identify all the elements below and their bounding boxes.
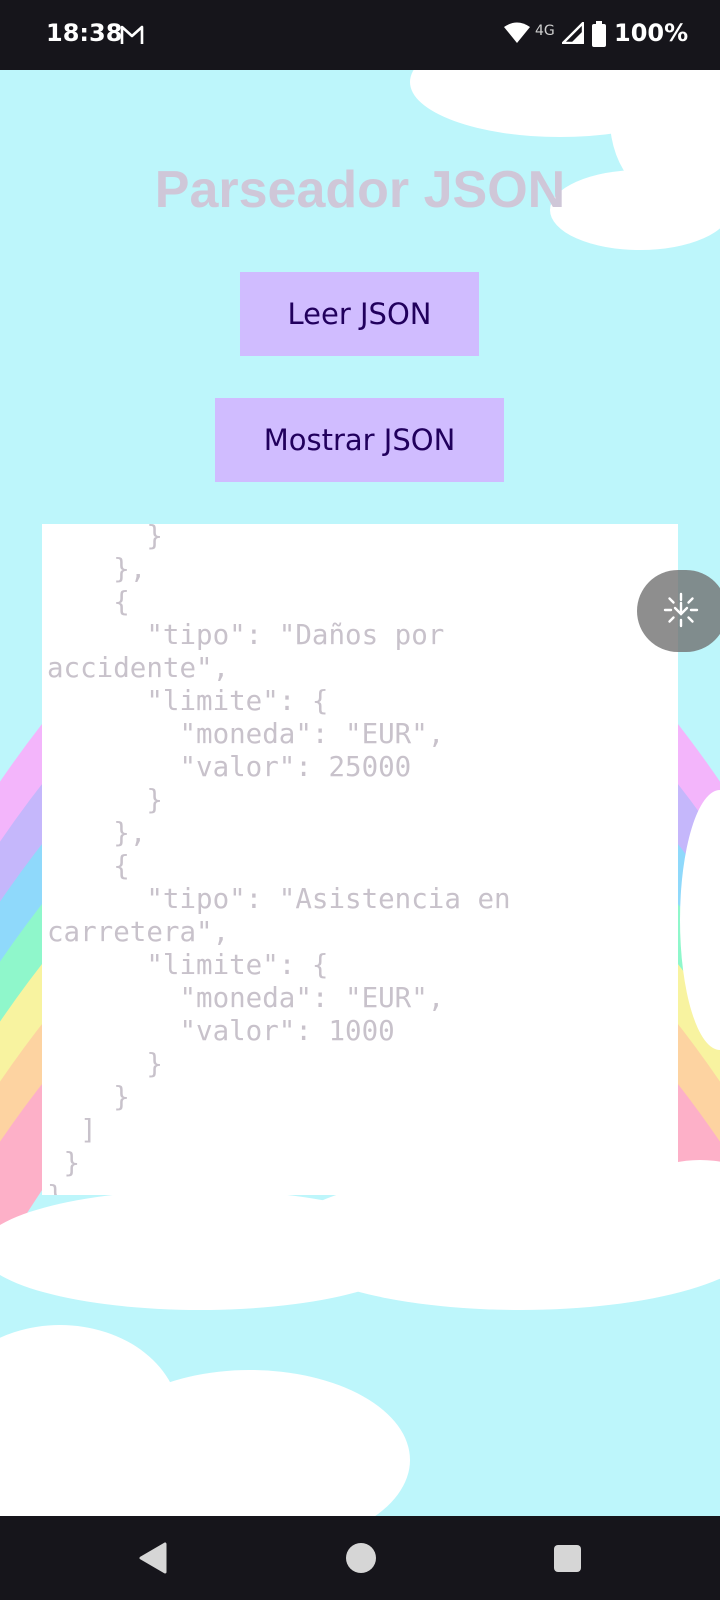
battery-icon (592, 21, 606, 47)
json-output-text: } }, { "tipo": "Daños por accidente", "l… (47, 524, 511, 1195)
floating-assistant-button[interactable] (637, 570, 720, 652)
signal-icon (562, 22, 584, 44)
gmail-icon (120, 25, 144, 44)
assistant-sparkle-icon (663, 592, 699, 628)
status-time: 18:38 (46, 19, 123, 47)
read-json-button[interactable]: Leer JSON (240, 272, 479, 356)
network-type-label: 4G (535, 23, 555, 39)
json-output-panel[interactable]: } }, { "tipo": "Daños por accidente", "l… (42, 524, 678, 1195)
battery-percentage: 100% (614, 19, 689, 47)
back-icon[interactable] (138, 1542, 168, 1574)
navigation-bar (0, 1516, 720, 1600)
home-icon[interactable] (346, 1543, 376, 1573)
status-bar: 18:38 4G 100% (0, 0, 720, 70)
show-json-button[interactable]: Mostrar JSON (215, 398, 504, 482)
app-title: Parseador JSON (154, 161, 566, 219)
recents-icon[interactable] (554, 1545, 581, 1572)
wifi-icon (504, 22, 530, 43)
app-screen: 18:38 4G 100% Parseador JSON Leer JSON M… (0, 0, 720, 1600)
